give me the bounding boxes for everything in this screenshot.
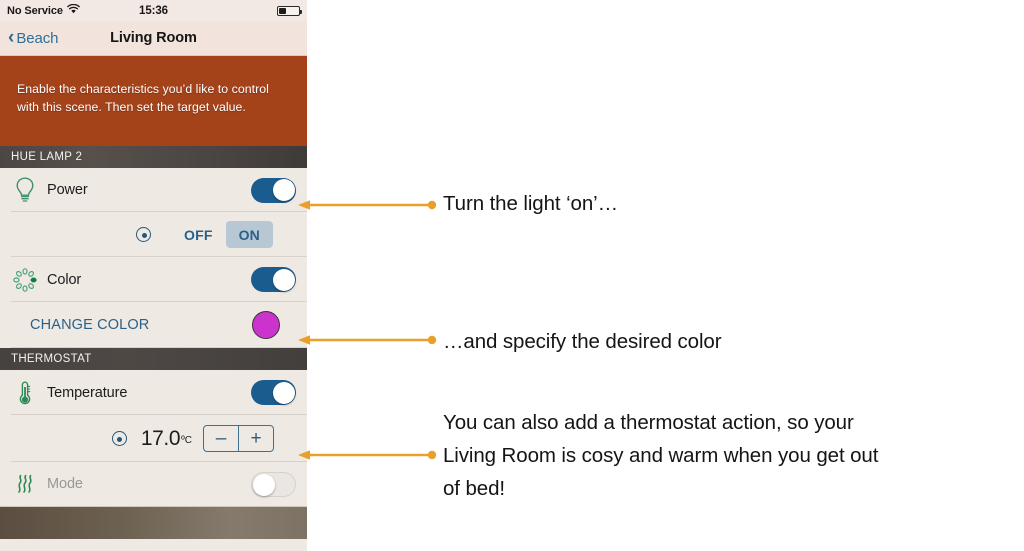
back-button-label: Beach [16, 29, 59, 47]
segment-on[interactable]: ON [225, 221, 273, 248]
annotation-arrow-2 [298, 334, 438, 346]
row-power-state[interactable]: OFF ON [0, 212, 307, 257]
segmented-power-state[interactable]: OFF ON [171, 221, 273, 248]
heat-waves-icon [11, 473, 39, 495]
status-bar: No Service 15:36 [0, 0, 307, 21]
row-temperature[interactable]: Temperature [0, 370, 307, 415]
row-temperature-value[interactable]: 17.0 ºC – + [0, 415, 307, 462]
toggle-power[interactable] [251, 177, 296, 203]
row-change-color[interactable]: CHANGE COLOR [0, 302, 307, 348]
clock-dial-icon [136, 227, 151, 242]
temperature-value: 17.0 [140, 426, 181, 450]
toggle-color[interactable] [251, 267, 296, 292]
row-color[interactable]: Color [0, 257, 307, 302]
toggle-knob [272, 381, 295, 404]
back-button[interactable]: ‹ Beach [8, 26, 59, 48]
annotation-text-1: Turn the light ‘on’… [443, 192, 618, 215]
temperature-unit: ºC [181, 435, 192, 446]
row-label-temperature: Temperature [47, 384, 128, 401]
toggle-mode[interactable] [251, 471, 296, 497]
temperature-decrement-button[interactable]: – [204, 426, 239, 451]
row-mode[interactable]: Mode [0, 462, 307, 506]
toggle-knob [272, 179, 295, 201]
phone-screenshot: No Service 15:36 ‹ Beach Living Room Ena… [0, 0, 307, 551]
temperature-increment-button[interactable]: + [239, 426, 273, 451]
battery-icon [277, 5, 302, 16]
annotation-text-2: …and specify the desired color [443, 330, 722, 353]
annotation-text-3: You can also add a thermostat action, so… [443, 411, 879, 500]
chevron-left-icon: ‹ [8, 26, 15, 48]
color-wheel-icon [11, 267, 39, 292]
row-label-mode: Mode [47, 476, 83, 492]
bottom-blur-strip [0, 506, 307, 539]
status-bar-time: 15:36 [139, 4, 168, 17]
nav-bar: ‹ Beach Living Room [0, 21, 307, 56]
row-power[interactable]: Power [0, 168, 307, 212]
change-color-link[interactable]: CHANGE COLOR [30, 317, 149, 333]
hero-banner: Enable the characteristics you’d like to… [0, 56, 307, 146]
toggle-knob [252, 474, 275, 496]
clock-dial-icon [111, 431, 127, 446]
toggle-temperature[interactable] [251, 380, 296, 405]
instruction-text: Enable the characteristics you’d like to… [17, 82, 269, 114]
section-header-hue-lamp: HUE LAMP 2 [0, 146, 307, 168]
annotation-arrow-3 [298, 449, 438, 461]
row-label-power: Power [47, 182, 88, 198]
lightbulb-icon [11, 177, 39, 203]
temperature-stepper[interactable]: – + [203, 425, 274, 452]
section-header-thermostat: THERMOSTAT [0, 348, 307, 370]
toggle-knob [272, 268, 295, 291]
thermometer-icon [11, 380, 39, 406]
annotation-arrow-1 [298, 199, 438, 211]
segment-off[interactable]: OFF [171, 221, 226, 248]
color-swatch[interactable] [252, 311, 280, 339]
status-bar-right [277, 5, 302, 16]
row-label-color: Color [47, 271, 82, 288]
